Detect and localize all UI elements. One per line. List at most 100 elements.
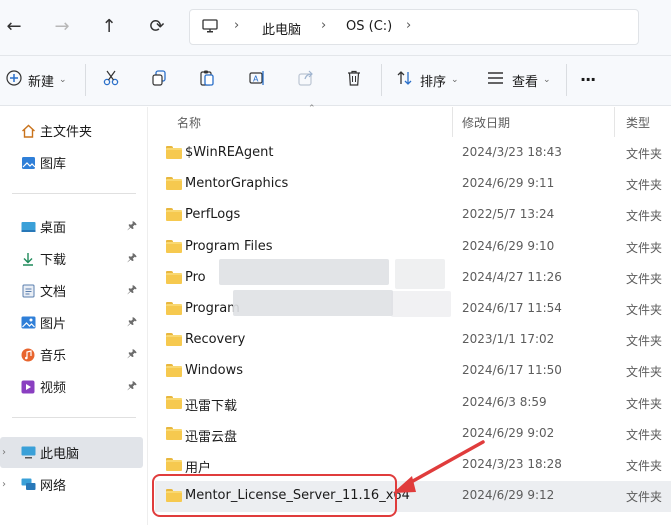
- breadcrumb-this-pc[interactable]: 此电脑: [262, 19, 301, 38]
- folder-icon: [166, 177, 182, 191]
- file-date: 2024/6/17 11:50: [462, 363, 562, 378]
- address-field[interactable]: › 此电脑 › OS (C:) ›: [189, 9, 639, 45]
- redacted-region: [233, 290, 393, 316]
- pane-divider[interactable]: [147, 107, 148, 525]
- plus-circle-icon: [6, 70, 22, 90]
- address-bar-row: ← → ↑ ⟳ › 此电脑 › OS (C:) ›: [0, 0, 671, 56]
- sidebar-item-gallery[interactable]: 图库: [0, 147, 143, 178]
- file-name: PerfLogs: [185, 207, 241, 223]
- chevron-right-icon[interactable]: ›: [406, 18, 411, 33]
- file-row[interactable]: Recovery 2023/1/1 17:02 文件夹: [155, 325, 671, 356]
- breadcrumb-drive-c[interactable]: OS (C:): [346, 19, 392, 34]
- video-icon: [20, 380, 36, 394]
- toolbar-divider: [85, 64, 86, 96]
- sidebar-item-pictures[interactable]: 图片 🖈: [0, 307, 143, 338]
- sidebar-item-videos[interactable]: 视频 🖈: [0, 371, 143, 402]
- file-type: 文件夹: [626, 334, 663, 349]
- sidebar-item-label: 视频: [40, 381, 67, 396]
- back-arrow-icon[interactable]: ←: [0, 12, 28, 40]
- file-name: Windows: [185, 363, 244, 379]
- chevron-right-icon[interactable]: ›: [234, 18, 239, 33]
- file-date: 2024/3/23 18:43: [462, 145, 562, 159]
- monitor-icon: [202, 19, 218, 38]
- refresh-icon[interactable]: ⟳: [143, 12, 171, 40]
- file-name: Recovery: [185, 332, 246, 348]
- file-date: 2024/6/29 9:10: [462, 238, 555, 253]
- file-type: 文件夹: [626, 271, 663, 286]
- svg-text:A: A: [253, 75, 259, 84]
- sidebar-item-desktop[interactable]: 桌面 🖈: [0, 211, 143, 242]
- file-row[interactable]: PerfLogs 2022/5/7 13:24 文件夹: [155, 200, 671, 231]
- folder-icon: [166, 208, 182, 222]
- pin-icon[interactable]: 🖈: [127, 249, 137, 268]
- document-icon: [20, 284, 36, 298]
- pin-icon[interactable]: 🖈: [127, 217, 137, 236]
- file-row[interactable]: Program Files 2024/6/29 9:10 文件夹: [155, 232, 671, 263]
- rename-button[interactable]: A: [243, 67, 271, 93]
- chevron-right-icon[interactable]: ›: [2, 447, 6, 458]
- column-header-date[interactable]: 修改日期: [462, 114, 510, 131]
- chevron-right-icon[interactable]: ›: [2, 479, 6, 490]
- new-button[interactable]: 新建 ⌄: [6, 67, 67, 93]
- column-header-type[interactable]: 类型: [626, 114, 650, 131]
- view-icon: [487, 71, 504, 89]
- folder-icon: [166, 146, 182, 159]
- pin-icon[interactable]: 🖈: [127, 377, 137, 396]
- file-name: Program Files: [185, 238, 273, 254]
- file-date: 2024/6/29 9:11: [462, 176, 555, 191]
- sidebar-item-documents[interactable]: 文档 🖈: [0, 275, 143, 306]
- up-arrow-icon[interactable]: ↑: [95, 12, 123, 40]
- view-button[interactable]: 查看 ⌄: [487, 67, 551, 93]
- chevron-right-icon[interactable]: ›: [321, 18, 326, 33]
- file-name: Program: [185, 301, 240, 316]
- share-button[interactable]: [292, 67, 320, 93]
- pin-icon[interactable]: 🖈: [127, 345, 137, 364]
- file-date: 2023/1/1 17:02: [462, 332, 555, 347]
- column-divider[interactable]: [452, 107, 453, 137]
- trash-icon: [345, 69, 363, 91]
- file-type: 文件夹: [626, 396, 663, 411]
- pin-icon[interactable]: 🖈: [127, 281, 137, 300]
- file-type: 文件夹: [626, 147, 663, 161]
- highlight-annotation-box: [152, 474, 397, 517]
- delete-button[interactable]: [340, 67, 368, 93]
- file-type: 文件夹: [626, 209, 663, 224]
- file-row[interactable]: $WinREAgent 2024/3/23 18:43 文件夹: [155, 138, 671, 169]
- pin-icon[interactable]: 🖈: [127, 313, 137, 332]
- file-type: 文件夹: [626, 459, 663, 473]
- sidebar-item-home[interactable]: 主文件夹: [0, 115, 143, 146]
- sidebar-item-network[interactable]: › 网络: [0, 469, 143, 500]
- sidebar-item-label: 文档: [40, 285, 67, 300]
- folder-icon: [166, 333, 182, 347]
- folder-icon: [166, 458, 182, 471]
- home-icon: [20, 124, 36, 138]
- sidebar-item-label: 音乐: [40, 349, 67, 364]
- copy-button[interactable]: [145, 67, 173, 93]
- sidebar-item-this-pc[interactable]: › 此电脑: [0, 437, 143, 468]
- sidebar-item-downloads[interactable]: 下载 🖈: [0, 243, 143, 274]
- network-icon: [20, 478, 36, 492]
- file-row[interactable]: 迅雷下载 2024/6/3 8:59 文件夹: [155, 388, 671, 419]
- redacted-region: [395, 259, 445, 289]
- sidebar-item-music[interactable]: 音乐 🖈: [0, 339, 143, 370]
- file-date: 2022/5/7 13:24: [462, 207, 555, 222]
- column-divider[interactable]: [614, 107, 615, 137]
- sort-button[interactable]: 排序 ⌄: [396, 67, 459, 93]
- cut-button[interactable]: [97, 67, 125, 93]
- more-button[interactable]: ···: [580, 66, 596, 92]
- folder-icon: [166, 364, 182, 378]
- folder-icon: [166, 239, 182, 253]
- navigation-pane: 主文件夹 图库 桌面 🖈 下载 🖈 文档 🖈 图片 🖈 音乐 🖈 视频 🖈 ›: [0, 107, 147, 525]
- file-type: 文件夹: [626, 365, 663, 380]
- file-date: 2024/4/27 11:26: [462, 269, 562, 284]
- sidebar-item-label: 图库: [40, 157, 67, 172]
- forward-arrow-icon[interactable]: →: [48, 12, 76, 40]
- column-header-name[interactable]: 名称: [177, 114, 201, 131]
- paste-icon: [198, 69, 216, 91]
- paste-button[interactable]: [193, 67, 221, 93]
- sidebar-item-label: 主文件夹: [40, 125, 93, 140]
- file-row[interactable]: Windows 2024/6/17 11:50 文件夹: [155, 356, 671, 387]
- file-date: 2024/6/17 11:54: [462, 301, 562, 315]
- file-row[interactable]: MentorGraphics 2024/6/29 9:11 文件夹: [155, 169, 671, 200]
- picture-icon: [20, 316, 36, 330]
